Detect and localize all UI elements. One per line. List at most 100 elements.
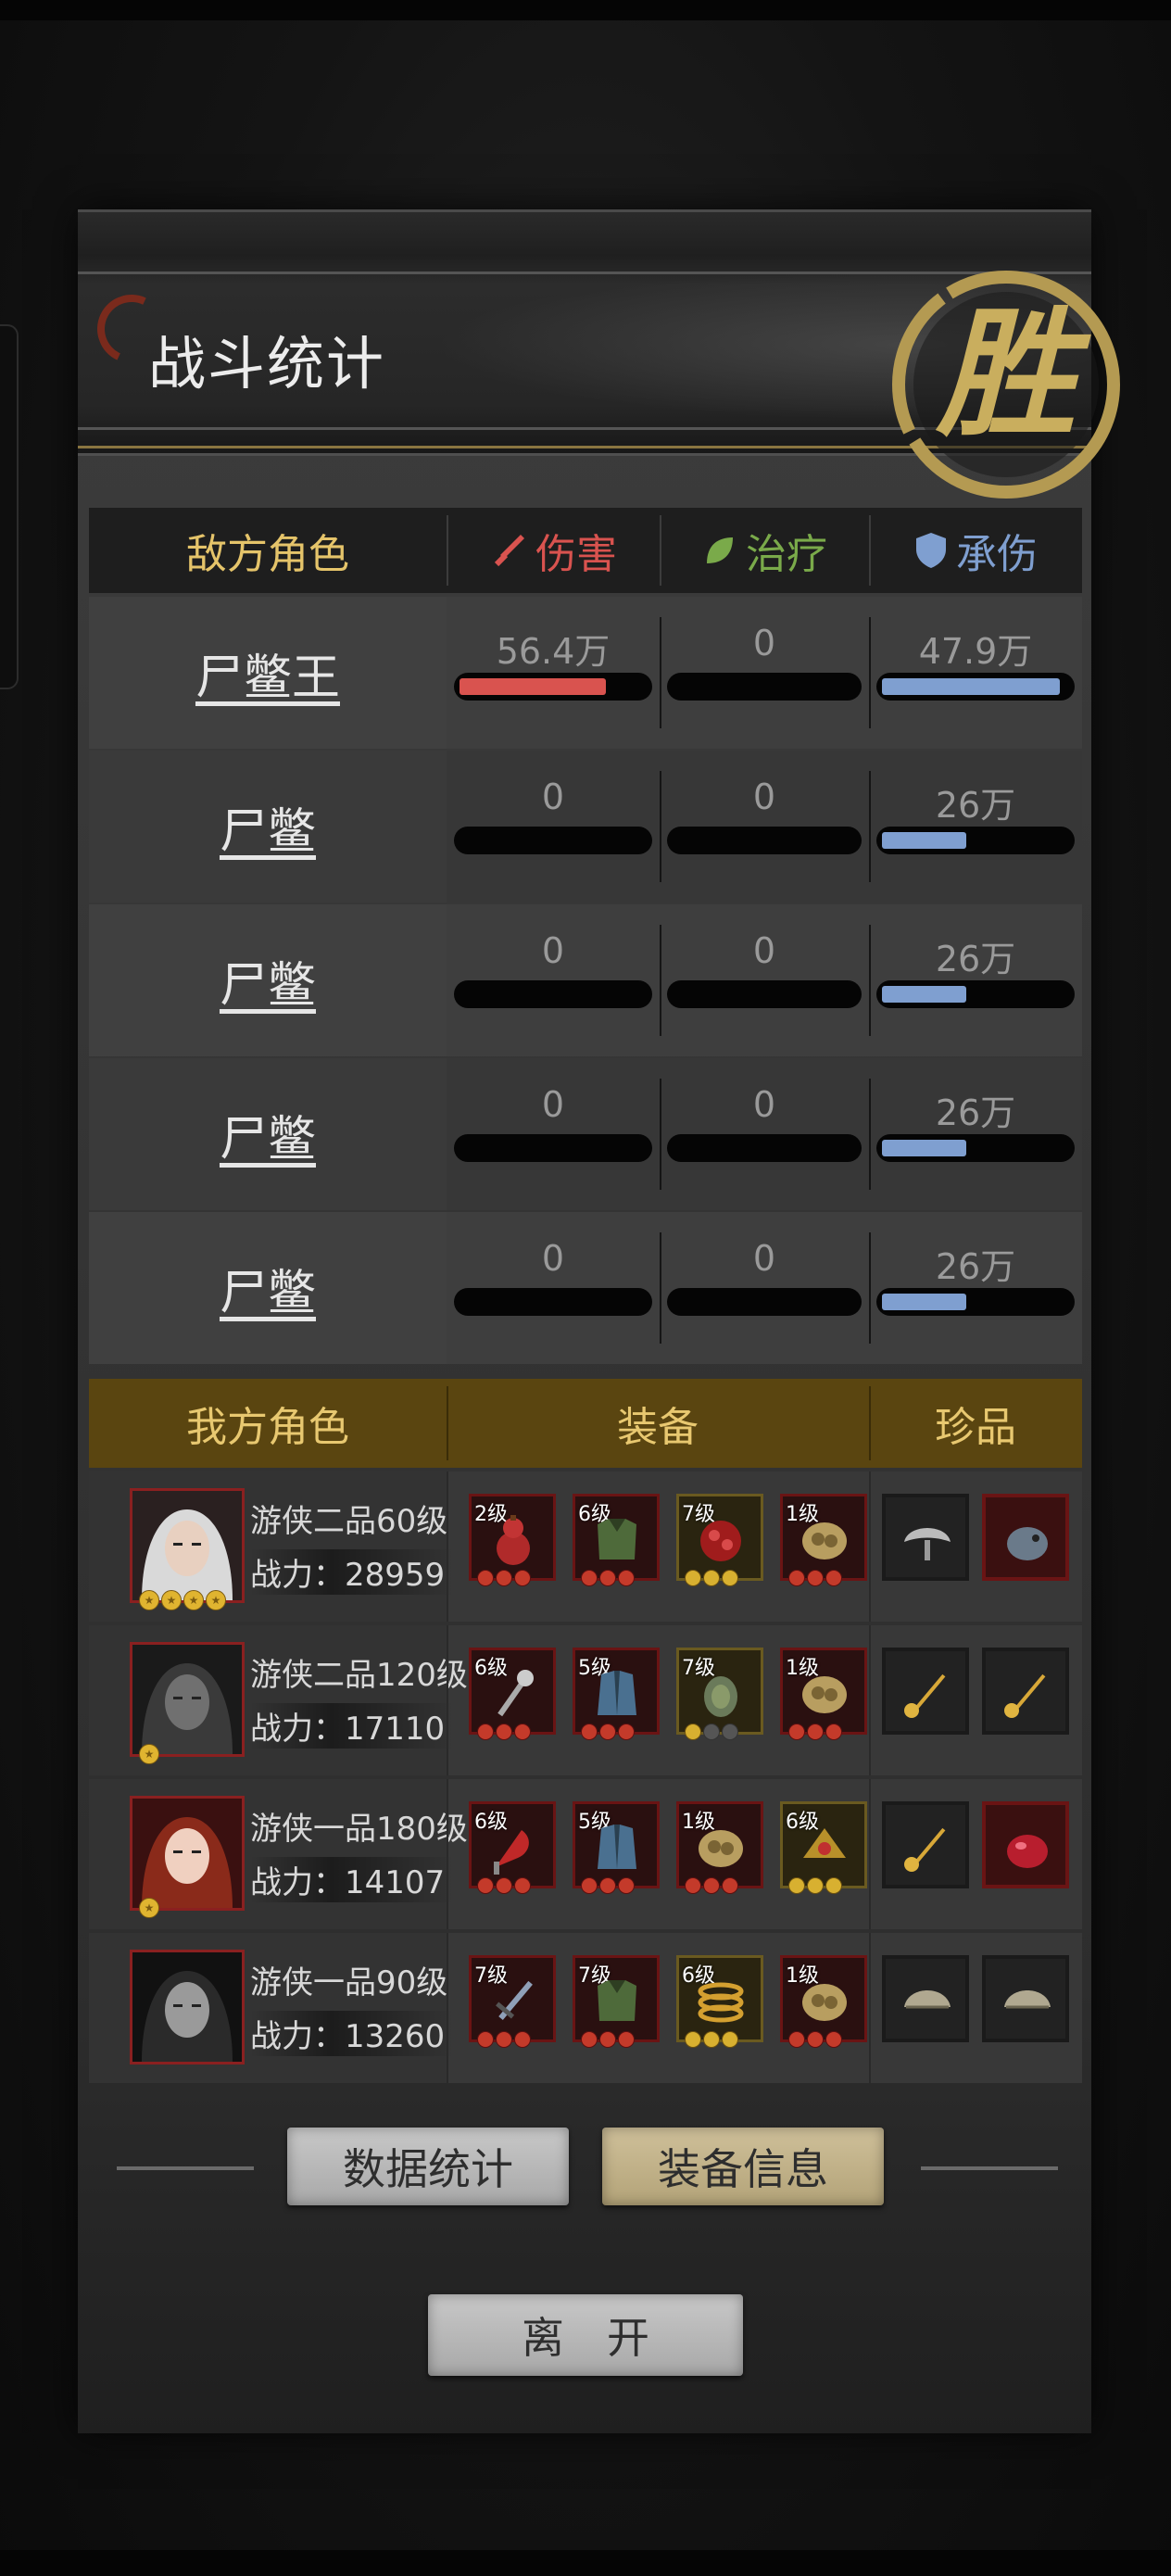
leave-button[interactable]: 离 开 <box>428 2294 743 2376</box>
hairpin-icon <box>1004 1673 1046 1718</box>
equipment-slot[interactable]: 6级 <box>469 1648 556 1740</box>
rank-pips <box>477 1570 531 1586</box>
equipment-slot[interactable]: 5级 <box>573 1648 660 1740</box>
ally-row: ★ ★ ★ ★ 游侠二品60级 战力：28959 2级 6级 7级 1级 <box>89 1471 1082 1622</box>
rank-pips <box>788 1570 842 1586</box>
equipment-slot[interactable]: 6级 <box>469 1801 556 1894</box>
data-stats-button[interactable]: 数据统计 <box>287 2128 569 2205</box>
rank-pip <box>477 1877 494 1894</box>
rank-pips <box>788 1724 842 1740</box>
hero-avatar[interactable] <box>130 1796 245 1911</box>
hero-power: 战力：17110 <box>250 1703 455 1749</box>
taken-value: 26万 <box>935 1092 1016 1133</box>
hero-avatar[interactable] <box>130 1950 245 2065</box>
heal-value: 0 <box>752 930 776 971</box>
enemy-name-link[interactable]: 尸鳖 <box>220 1100 316 1169</box>
rank-pip <box>807 1570 824 1586</box>
taken-cell: 26万 <box>869 751 1082 903</box>
equipment-info-button[interactable]: 装备信息 <box>602 2128 884 2205</box>
hairpin-icon <box>904 1673 946 1718</box>
star-icon: ★ <box>161 1590 182 1610</box>
taken-value: 26万 <box>935 785 1016 826</box>
star-icon: ★ <box>139 1744 159 1764</box>
enemy-name-cell: 尸鳖王 <box>89 597 447 749</box>
enemy-name-cell: 尸鳖 <box>89 904 447 1056</box>
hero-avatar[interactable] <box>130 1642 245 1757</box>
rank-pip <box>722 1724 738 1740</box>
rank-pip <box>788 1877 805 1894</box>
rank-pip <box>514 1877 531 1894</box>
heal-value: 0 <box>752 777 776 817</box>
gem-beast-icon <box>1007 1527 1048 1560</box>
amulet-icon <box>704 1676 737 1717</box>
enemy-name-link[interactable]: 尸鳖 <box>220 1254 316 1323</box>
rank-pip <box>477 1724 494 1740</box>
bracelet-icon <box>698 1982 744 2023</box>
hero-avatar[interactable] <box>130 1488 245 1603</box>
heal-cell: 0 <box>660 751 869 903</box>
enemy-role-header: 敌方角色 <box>186 531 349 578</box>
rank-pip <box>722 1877 738 1894</box>
rank-pips <box>477 1877 531 1894</box>
equipment-slot[interactable]: 6级 <box>780 1801 867 1894</box>
damage-bar <box>454 827 652 854</box>
enemy-name-cell: 尸鳖 <box>89 1058 447 1210</box>
hero-title: 游侠一品90级 <box>250 1964 448 2001</box>
rank-pip <box>581 1877 598 1894</box>
taken-cell: 47.9万 <box>869 597 1082 749</box>
treasure-slot[interactable] <box>882 1801 969 1888</box>
equipment-slot[interactable]: 1级 <box>780 1955 867 2048</box>
equipment-slot[interactable]: 7级 <box>573 1955 660 2048</box>
treasure-slot[interactable] <box>982 1494 1069 1581</box>
rank-pip <box>703 1570 720 1586</box>
divider-right <box>921 2166 1058 2170</box>
rank-pips <box>685 1877 738 1894</box>
heal-bar <box>667 673 862 701</box>
equipment-slot[interactable]: 7级 <box>676 1648 763 1740</box>
hero-title: 游侠二品120级 <box>250 1657 468 1694</box>
rank-pip <box>825 1570 842 1586</box>
equipment-slot[interactable]: 5级 <box>573 1801 660 1894</box>
rank-pips <box>788 2031 842 2048</box>
headdress-icon <box>803 1828 846 1858</box>
crescent-blade-icon <box>494 1830 529 1875</box>
equipment-slot[interactable]: 6级 <box>676 1955 763 2048</box>
sword-icon <box>494 535 524 567</box>
treasure-slot[interactable] <box>982 1955 1069 2042</box>
damage-value: 56.4万 <box>496 631 611 672</box>
equipment-slot[interactable]: 6级 <box>573 1494 660 1586</box>
victory-text: 胜 <box>935 293 1091 456</box>
equipment-slot[interactable]: 7级 <box>469 1955 556 2048</box>
rank-pip <box>807 1877 824 1894</box>
equipment-slot[interactable]: 1级 <box>780 1648 867 1740</box>
treasure-slot[interactable] <box>882 1955 969 2042</box>
star-icon: ★ <box>139 1590 159 1610</box>
rank-pip <box>788 1724 805 1740</box>
enemy-name-link[interactable]: 尸鳖 <box>220 792 316 862</box>
treasure-slot[interactable] <box>982 1648 1069 1735</box>
taken-value: 47.9万 <box>918 631 1033 672</box>
mace-icon <box>497 1670 534 1717</box>
enemy-name-link[interactable]: 尸鳖王 <box>195 638 340 708</box>
taken-bar-fill <box>882 678 1060 695</box>
rank-pip <box>599 1877 616 1894</box>
treasure-slot[interactable] <box>882 1494 969 1581</box>
enemy-name-link[interactable]: 尸鳖 <box>220 946 316 1016</box>
rank-pip <box>703 1724 720 1740</box>
side-drawer-handle[interactable] <box>0 324 19 689</box>
equipment-slot[interactable]: 1级 <box>676 1801 763 1894</box>
rank-pip <box>807 1724 824 1740</box>
hero-star-rating: ★ <box>139 1744 159 1764</box>
ally-info-cell: ★ 游侠二品120级战力：17110 <box>89 1625 468 1775</box>
ally-info-cell: ★ 游侠一品180级 战力：14107 <box>89 1779 468 1929</box>
treasure-slot[interactable] <box>982 1801 1069 1888</box>
damage-cell: 0 <box>447 1212 660 1364</box>
treasure-slot[interactable] <box>882 1648 969 1735</box>
equipment-slot[interactable]: 2级 <box>469 1494 556 1586</box>
taken-bar <box>876 673 1075 701</box>
equipment-slot[interactable]: 7级 <box>676 1494 763 1586</box>
ally-row: 游侠一品90级 战力：13260 7级 7级 6级 1级 <box>89 1933 1082 2083</box>
damage-cell: 0 <box>447 904 660 1056</box>
equipment-slot[interactable]: 1级 <box>780 1494 867 1586</box>
taken-header-label: 承伤 <box>956 531 1038 578</box>
